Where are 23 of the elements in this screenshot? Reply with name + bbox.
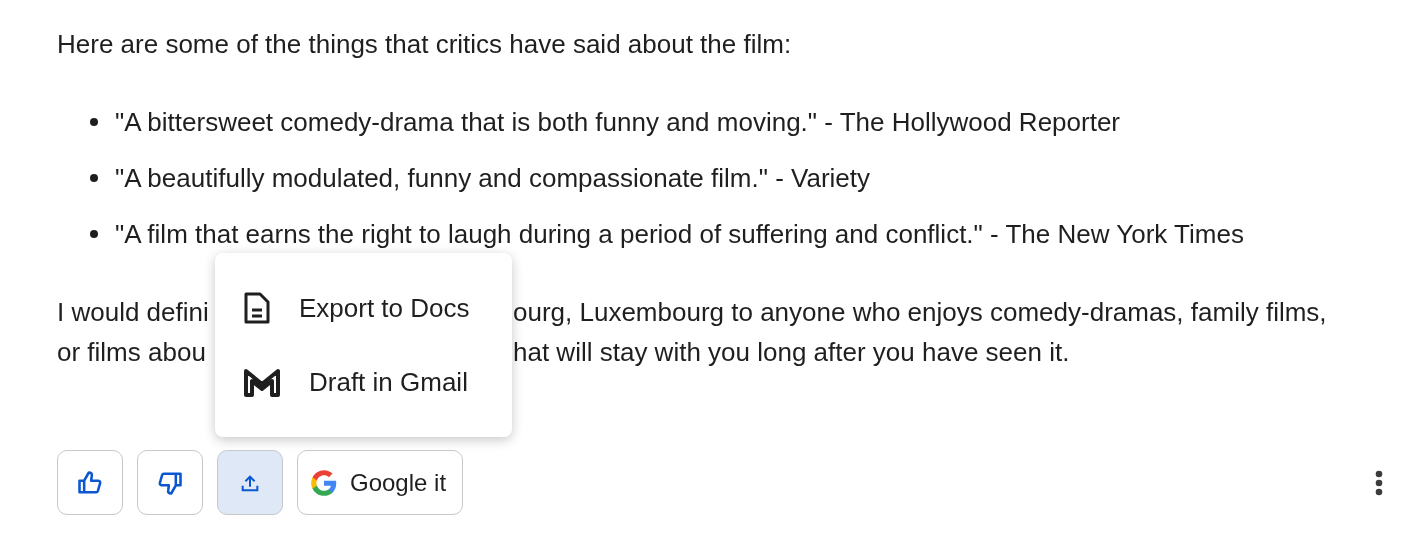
paragraph-text: I would defini	[57, 296, 210, 329]
quote-item: "A beautifully modulated, funny and compassionate film." - Variety	[115, 162, 871, 195]
menu-item[interactable]: Draft in Gmail	[215, 345, 512, 419]
menu-item[interactable]: Export to Docs	[215, 271, 512, 345]
paragraph-text: hat will stay with you long after you have seen it.	[513, 336, 1071, 369]
bullet-icon	[90, 118, 98, 126]
google-it-button[interactable]: Google it	[297, 450, 464, 515]
thumbs-down-button[interactable]	[137, 450, 203, 515]
thumbs-up-button[interactable]	[57, 450, 123, 515]
quote-item: "A bittersweet comedy-drama that is both funny and moving." - The Hollywood Reporter	[115, 106, 1121, 139]
paragraph-text: ourg, Luxembourg to anyone who enjoys comedy-dramas, family films,	[513, 296, 1328, 329]
paragraph-text: or films abou	[57, 336, 207, 369]
intro-text: Here are some of the things that critics have said about the film:	[57, 28, 793, 61]
thumbs-up-icon	[76, 468, 104, 497]
menu-item-label: Draft in Gmail	[309, 366, 468, 398]
google-logo-icon	[310, 468, 338, 497]
bullet-icon	[90, 174, 98, 182]
menu-item-label: Export to Docs	[299, 292, 470, 324]
quote-item: "A film that earns the right to laugh during a period of suffering and conflict." - The New York Times	[115, 218, 1244, 251]
mail-icon	[243, 367, 281, 397]
bullet-icon	[90, 230, 98, 238]
document-icon	[243, 291, 271, 325]
more-vertical-icon	[1375, 469, 1383, 496]
